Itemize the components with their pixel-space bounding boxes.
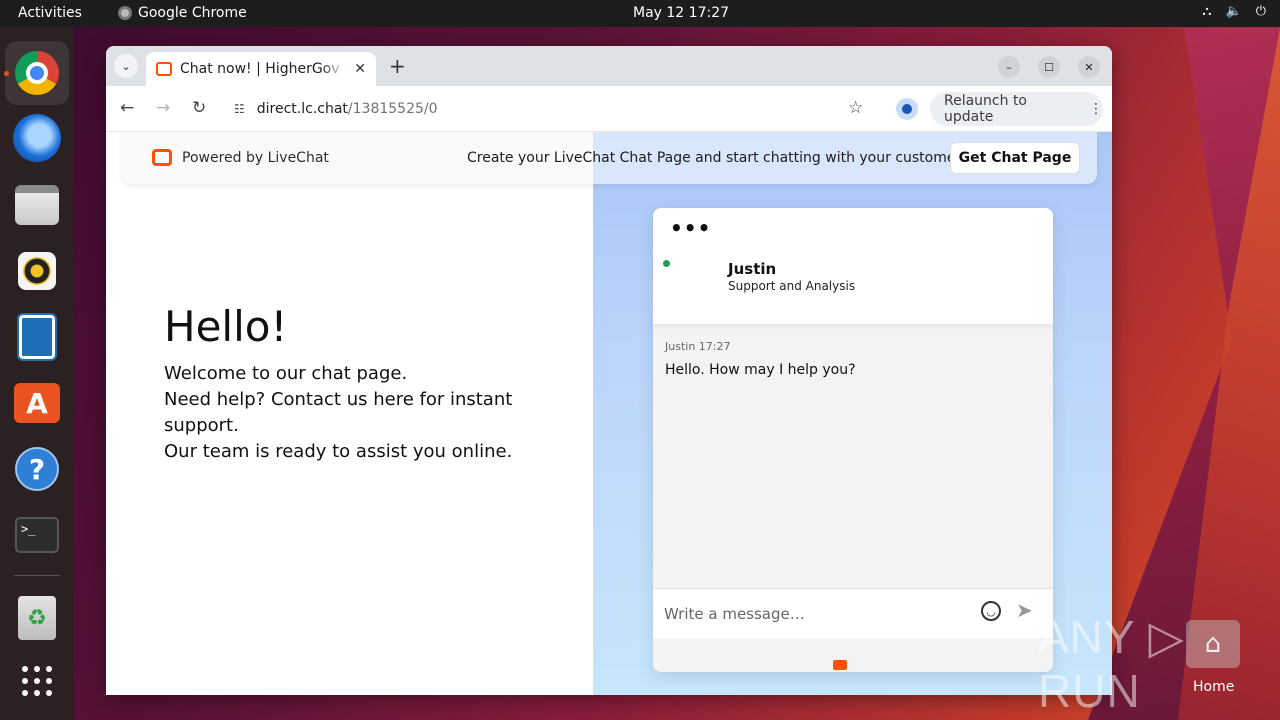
page-content: Powered by LiveChat Create your LiveChat… [106, 132, 1112, 695]
dock-terminal[interactable]: >_ [13, 511, 61, 559]
reload-button[interactable]: ↻ [192, 98, 206, 118]
home-folder-icon[interactable]: ⌂ [1186, 620, 1240, 668]
thunderbird-icon [13, 114, 61, 162]
url-host: direct.lc.chat [256, 101, 348, 117]
app-center-icon: A [14, 383, 60, 423]
tab-title: Chat now! | HigherGov Chat [180, 61, 346, 77]
relaunch-label: Relaunch to update [944, 93, 1028, 125]
close-icon: ✕ [1084, 60, 1094, 74]
dock-chrome[interactable] [13, 49, 61, 97]
url-path: /13815525/0 [347, 101, 438, 117]
system-tray[interactable]: ⛬ 🔈 ⏻ [1202, 4, 1266, 19]
dock-thunderbird[interactable] [13, 114, 61, 162]
close-window-button[interactable]: ✕ [1078, 56, 1100, 78]
dock: A ? >_ ♻ [0, 27, 74, 720]
agent-name: Justin [728, 260, 777, 278]
browser-toolbar: ← → ↻ ☷ direct.lc.chat/13815525/0 ☆ Rela… [106, 86, 1112, 132]
home-label: Home [1193, 679, 1235, 695]
maximize-button[interactable]: ☐ [1038, 56, 1060, 78]
app-name: Google Chrome [138, 5, 247, 21]
bookmark-star-icon[interactable]: ☆ [848, 98, 863, 118]
dock-separator [14, 575, 60, 576]
profile-button[interactable] [896, 98, 918, 120]
browser-window: ⌄ Chat now! | HigherGov Chat ✕ + – ☐ ✕ ←… [106, 46, 1112, 695]
welcome-text: Welcome to our chat page. Need help? Con… [164, 361, 524, 465]
chevron-down-icon: ⌄ [121, 59, 131, 73]
agent-role: Support and Analysis [728, 279, 856, 293]
maximize-icon: ☐ [1044, 60, 1054, 74]
anyrun-watermark: ANY ▷ RUN [1038, 611, 1185, 717]
page-title: Hello! [164, 302, 288, 351]
app-menu[interactable]: Google Chrome [118, 5, 247, 21]
network-icon: ⛬ [1202, 4, 1212, 19]
powered-by-livechat[interactable]: Powered by LiveChat [182, 150, 329, 166]
dock-trash[interactable]: ♻ [13, 594, 61, 642]
dock-help[interactable]: ? [13, 445, 61, 493]
terminal-icon: >_ [15, 517, 59, 553]
relaunch-button[interactable]: Relaunch to update ⋮ [930, 92, 1103, 126]
clock[interactable]: May 12 17:27 [633, 5, 729, 21]
welcome-line: Welcome to our chat page. [164, 363, 408, 384]
dock-rhythmbox[interactable] [13, 247, 61, 295]
volume-icon: 🔈 [1225, 4, 1242, 19]
message-text: Hello. How may I help you? [665, 362, 856, 378]
new-tab-button[interactable]: + [389, 54, 406, 78]
livechat-banner: Powered by LiveChat Create your LiveChat… [122, 132, 1097, 184]
show-apps-button[interactable] [13, 657, 61, 705]
help-icon: ? [15, 447, 59, 491]
activities-button[interactable]: Activities [18, 5, 82, 21]
livechat-favicon-icon [156, 62, 172, 76]
profile-icon [902, 104, 912, 114]
chrome-icon [15, 51, 59, 95]
emoji-icon[interactable]: ◡ [981, 601, 1001, 621]
trash-icon: ♻ [18, 596, 56, 640]
tab-strip: ⌄ Chat now! | HigherGov Chat ✕ + – ☐ ✕ [106, 46, 1112, 86]
dock-files[interactable] [13, 181, 61, 229]
back-button[interactable]: ← [120, 98, 134, 118]
chat-header: ••• Justin Support and Analysis [653, 208, 1053, 324]
top-bar: Activities Google Chrome May 12 17:27 ⛬ … [0, 0, 1280, 27]
get-chat-page-button[interactable]: Get Chat Page [950, 142, 1080, 174]
welcome-line: Need help? Contact us here for instant s… [164, 389, 513, 436]
dock-app-center[interactable]: A [13, 379, 61, 427]
forward-button[interactable]: → [156, 98, 170, 118]
tab-active[interactable]: Chat now! | HigherGov Chat ✕ [146, 52, 376, 86]
minimize-button[interactable]: – [998, 56, 1020, 78]
chat-widget: ••• Justin Support and Analysis Justin 1… [653, 208, 1053, 672]
more-menu-icon[interactable]: ⋮ [1089, 101, 1103, 117]
minimize-icon: – [1006, 60, 1012, 74]
address-bar[interactable]: ☷ direct.lc.chat/13815525/0 [224, 92, 880, 126]
banner-cta-text: Create your LiveChat Chat Page and start… [467, 150, 973, 166]
site-info-icon[interactable]: ☷ [234, 102, 245, 116]
livechat-footer-logo-icon [833, 660, 847, 670]
chrome-small-icon [118, 6, 132, 20]
rhythmbox-icon [18, 252, 56, 290]
tab-search-button[interactable]: ⌄ [114, 54, 138, 78]
close-tab-icon[interactable]: ✕ [354, 61, 366, 77]
welcome-line: Our team is ready to assist you online. [164, 441, 513, 462]
online-status-dot [663, 260, 670, 267]
power-icon: ⏻ [1255, 4, 1266, 19]
url-text: direct.lc.chat/13815525/0 [257, 101, 438, 117]
dock-writer[interactable] [13, 313, 61, 361]
show-apps-icon [22, 666, 52, 696]
message-meta: Justin 17:27 [665, 340, 731, 353]
files-icon [15, 185, 59, 225]
libreoffice-writer-icon [17, 313, 57, 361]
send-icon[interactable]: ➤ [1016, 598, 1033, 622]
livechat-logo-icon [152, 149, 172, 166]
running-indicator [4, 71, 9, 76]
chat-options-icon[interactable]: ••• [670, 216, 711, 240]
